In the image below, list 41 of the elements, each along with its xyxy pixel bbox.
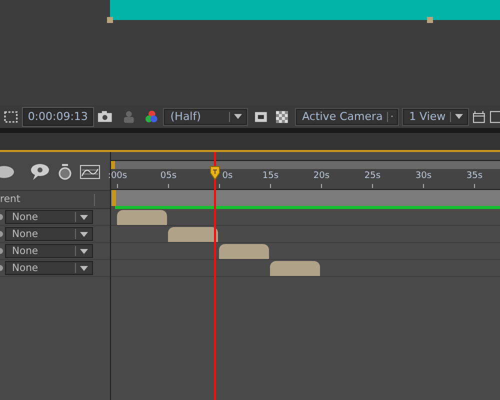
playhead-line[interactable] [214,152,216,400]
stopwatch-icon[interactable] [58,164,72,180]
time-label: :00s [108,171,128,181]
parent-dropdown[interactable]: None [5,261,93,275]
timecode-field[interactable]: 0:00:09:13 [22,108,93,126]
layer-clip[interactable] [168,227,218,242]
grid-icon[interactable] [473,110,486,122]
parent-dropdown[interactable]: None [5,244,93,258]
frame-icon[interactable] [255,112,268,122]
window-icon[interactable] [490,110,500,122]
time-label: 15s [262,171,279,181]
caret-icon [80,232,88,236]
parent-dropdown[interactable]: None [5,227,93,241]
time-label: 25s [364,171,381,181]
parent-dropdown[interactable]: None [5,210,93,224]
time-label: 0s [222,171,233,181]
work-area-bar[interactable] [111,160,500,169]
caret-icon [455,114,464,119]
column-header: rent [0,194,22,205]
caret-icon [234,114,242,119]
caret-icon [80,248,88,254]
color-channels-icon[interactable] [144,110,160,124]
time-label: 35s [466,171,483,181]
camera-dropdown[interactable]: Active Camera [296,108,398,124]
resolution-dropdown[interactable]: (Half) [164,108,248,124]
bounding-handle[interactable] [107,17,113,23]
layer-clip[interactable] [117,210,167,225]
time-label: 30s [415,171,432,181]
caret-icon [80,266,88,270]
bounding-handle[interactable] [427,17,433,23]
checkerboard-icon[interactable] [276,110,288,122]
region-of-interest-icon[interactable] [4,110,18,122]
layer-clip[interactable] [219,244,269,259]
speech-bubble-icon[interactable] [30,163,50,181]
layer-clip[interactable] [270,261,320,276]
camera-icon[interactable] [98,111,112,122]
graph-editor-icon[interactable] [80,165,100,179]
time-label: 05s [160,171,177,181]
caret-icon [80,214,88,220]
time-label: 20s [313,171,330,181]
views-dropdown[interactable]: 1 View [403,108,468,124]
